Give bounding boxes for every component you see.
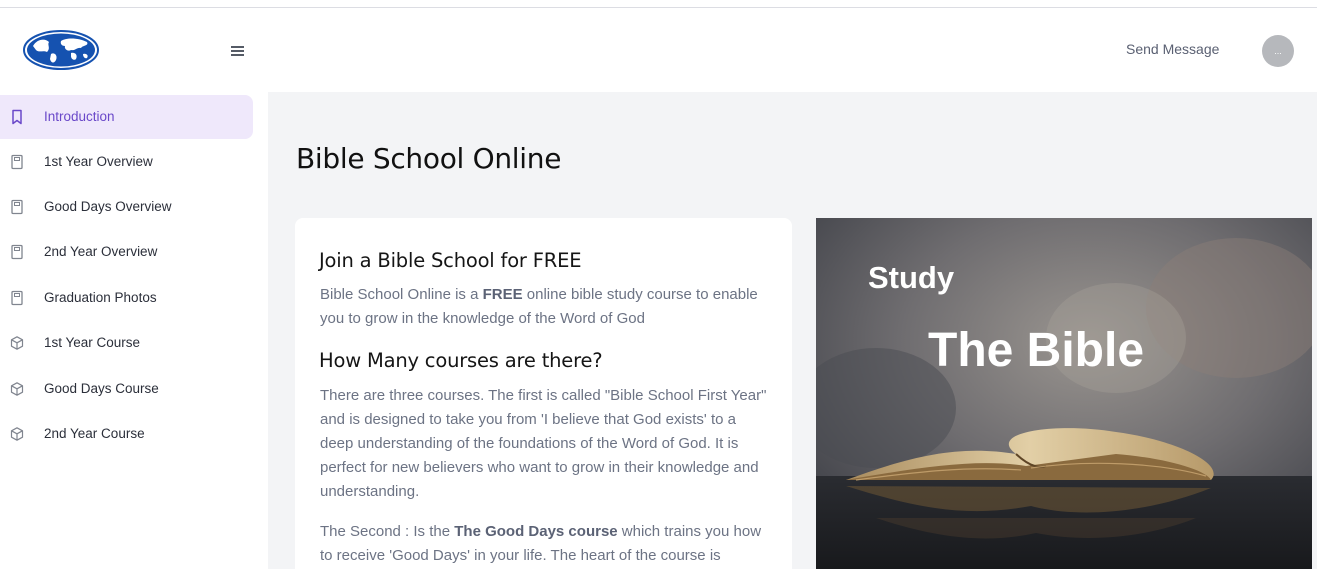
text-span: Bible School Online is a: [320, 286, 483, 303]
page-title: Bible School Online: [296, 142, 562, 175]
hero-text-study: Study: [868, 260, 955, 295]
hamburger-icon[interactable]: [231, 44, 249, 58]
intro-card: Join a Bible School for FREE Bible Schoo…: [295, 218, 792, 569]
cube-icon: [10, 336, 24, 350]
hero-text-the-bible: The Bible: [928, 324, 1144, 377]
cube-icon: [10, 382, 24, 396]
bookmark-icon: [12, 109, 22, 125]
main-content: Bible School Online Join a Bible School …: [268, 92, 1317, 569]
book-icon: [11, 290, 23, 306]
sidebar-item-label: 2nd Year Course: [44, 426, 145, 441]
card-paragraph-courses: There are three courses. The first is ca…: [320, 387, 767, 500]
book-icon: [11, 154, 23, 170]
sidebar-item-good-days-overview[interactable]: Good Days Overview: [0, 185, 253, 229]
sidebar: Introduction 1st Year Overview Good Days…: [0, 92, 268, 569]
study-bible-image: Study The Bible: [816, 218, 1312, 569]
sidebar-item-graduation-photos[interactable]: Graduation Photos: [0, 276, 253, 320]
sidebar-item-label: Introduction: [44, 109, 115, 124]
sidebar-item-1st-year-course[interactable]: 1st Year Course: [0, 321, 253, 365]
book-icon: [11, 244, 23, 260]
bible-image-graphic: Study The Bible: [816, 218, 1312, 569]
text-span: The Second : Is the: [320, 523, 455, 540]
avatar[interactable]: ...: [1262, 35, 1294, 67]
bold-free: FREE: [482, 286, 523, 303]
bold-good-days: The Good Days course: [454, 523, 618, 540]
book-icon: [11, 199, 23, 215]
cube-icon: [10, 427, 24, 441]
sidebar-item-1st-year-overview[interactable]: 1st Year Overview: [0, 140, 253, 184]
sidebar-item-2nd-year-course[interactable]: 2nd Year Course: [0, 412, 253, 456]
sidebar-item-label: 2nd Year Overview: [44, 244, 158, 259]
sidebar-item-label: Good Days Course: [44, 381, 159, 396]
card-heading-courses: How Many courses are there?: [319, 349, 603, 372]
sidebar-item-2nd-year-overview[interactable]: 2nd Year Overview: [0, 230, 253, 274]
card-paragraph-second: The Second : Is the The Good Days course…: [320, 520, 772, 568]
top-header: Send Message ...: [0, 8, 1317, 92]
sidebar-item-good-days-course[interactable]: Good Days Course: [0, 367, 253, 411]
top-border: [0, 0, 1317, 8]
card-paragraph-intro: Bible School Online is a FREE online bib…: [320, 283, 772, 331]
sidebar-item-label: Graduation Photos: [44, 290, 157, 305]
card-heading-join: Join a Bible School for FREE: [319, 249, 582, 272]
sidebar-item-label: 1st Year Overview: [44, 154, 153, 169]
sidebar-item-introduction[interactable]: Introduction: [0, 95, 253, 139]
sidebar-item-label: Good Days Overview: [44, 199, 172, 214]
send-message-link[interactable]: Send Message: [1126, 41, 1219, 57]
globe-logo[interactable]: [23, 30, 99, 70]
sidebar-item-label: 1st Year Course: [44, 335, 141, 350]
